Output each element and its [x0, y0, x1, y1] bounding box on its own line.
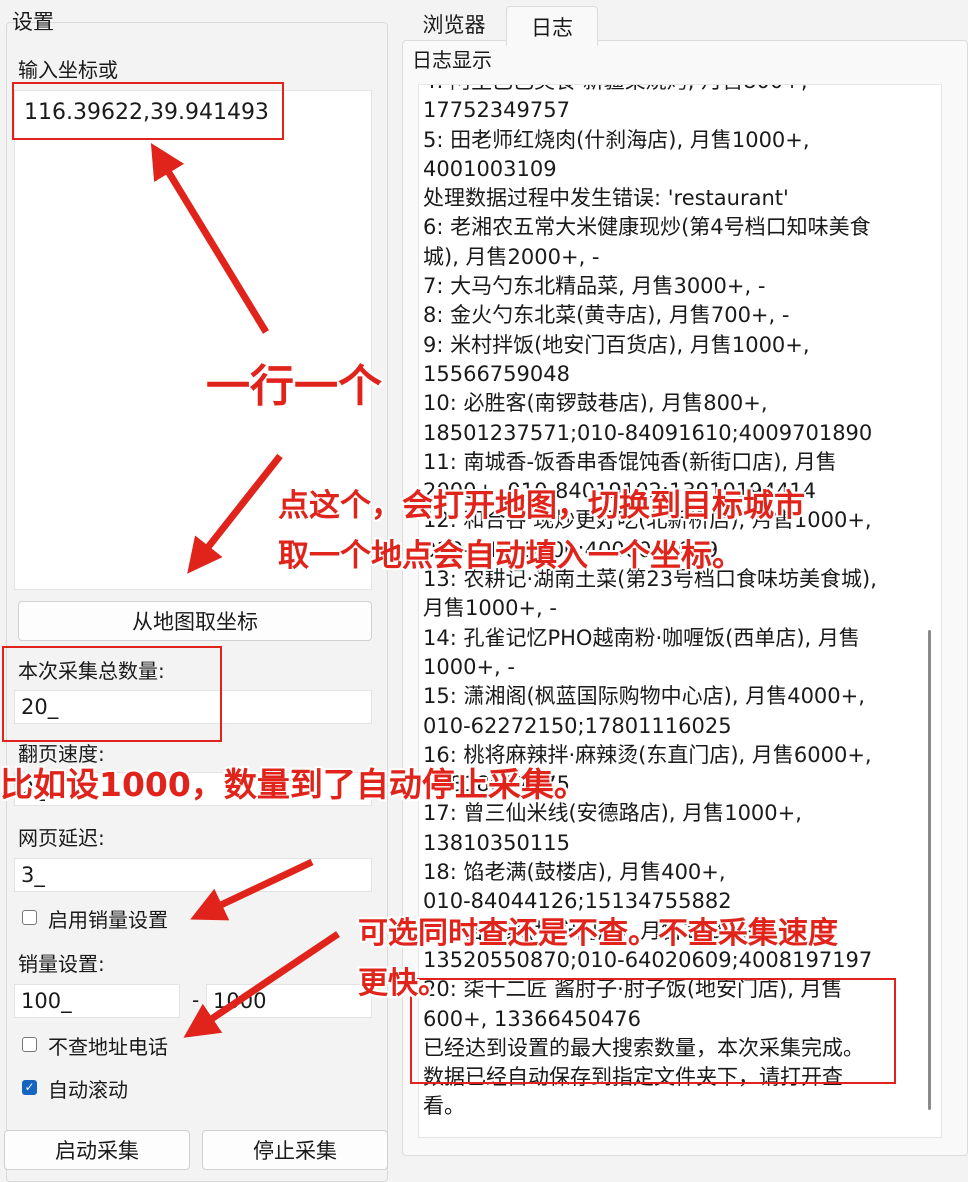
annotation-arrows: [150, 143, 340, 1038]
arrow-to-map-button: [187, 453, 283, 574]
arrow-to-sales-checkbox: [190, 858, 314, 921]
annotation-optional-tip-1: 可选同时查还是不查。不查采集速度: [358, 916, 838, 951]
arrow-to-coord: [150, 143, 269, 334]
annotation-one-per-line: 一行一个: [206, 361, 382, 412]
annotation-optional-tip-2: 更快。: [358, 966, 448, 1001]
annotation-count-tip: 比如设1000，数量到了自动停止采集。: [0, 765, 587, 804]
arrow-to-address-checkbox: [183, 931, 340, 1038]
annotation-map-tip-2: 取一个地点会自动填入一个坐标。: [278, 538, 743, 574]
annotation-map-tip-1: 点这个，会打开地图，切换到目标城市: [278, 488, 805, 524]
